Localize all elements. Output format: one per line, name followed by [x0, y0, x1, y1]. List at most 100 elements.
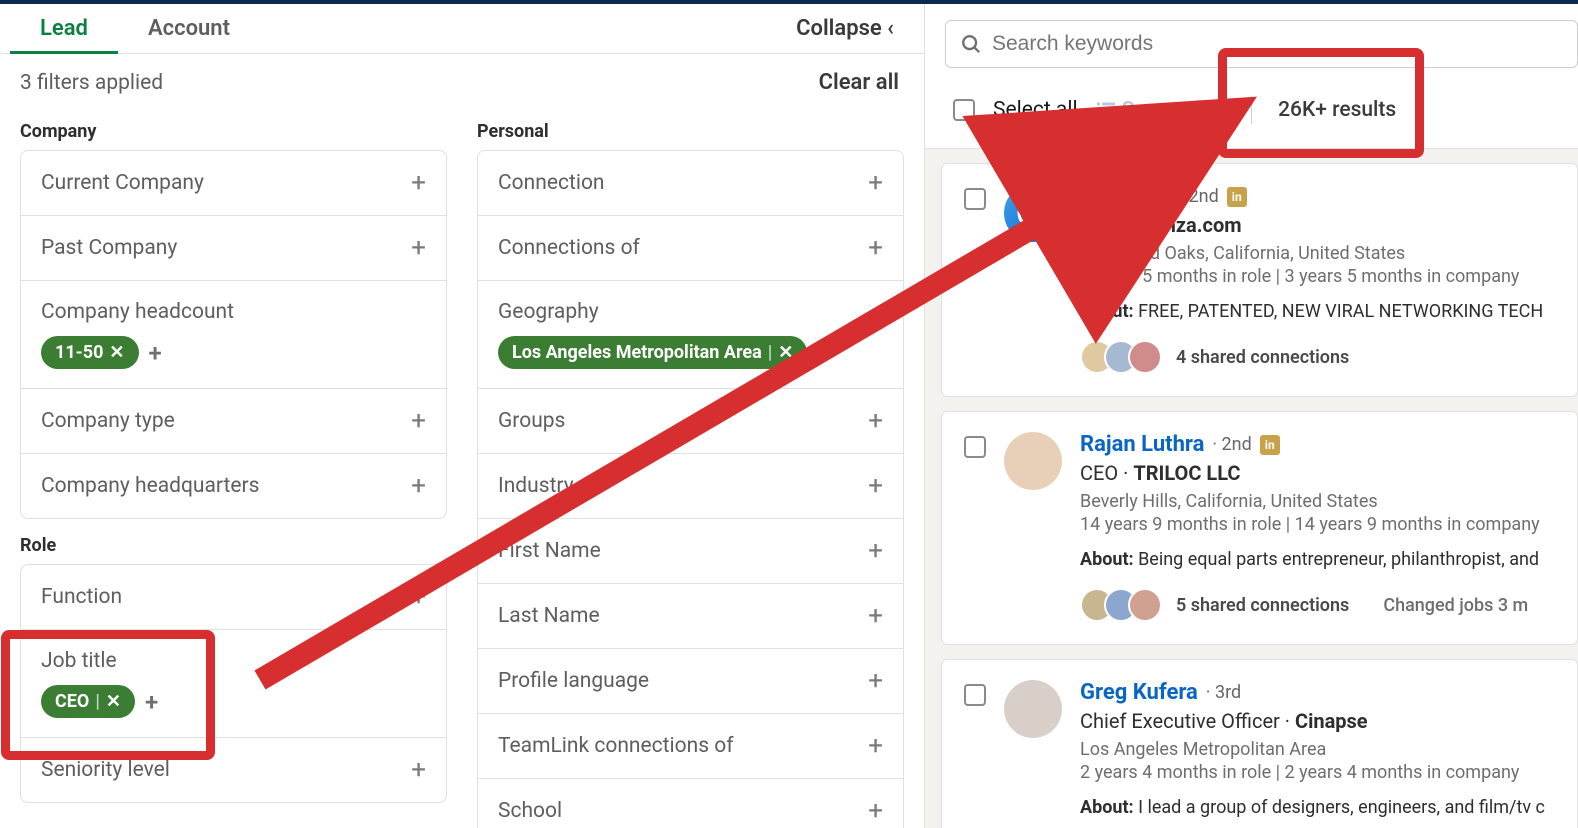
- filter-label: School: [498, 799, 562, 823]
- linkedin-badge-icon: in: [1260, 435, 1280, 455]
- filters-applied-count: 3 filters applied: [20, 71, 163, 95]
- about-label: About:: [1080, 549, 1134, 570]
- result-location: Beverly Hills, California, United States: [1080, 491, 1577, 512]
- filter-label: First Name: [498, 539, 601, 563]
- results-list: ... Burger · 2nd in CEO · Granza.com Tho…: [925, 149, 1578, 828]
- filter-teamlink[interactable]: TeamLink connections of +: [478, 714, 903, 779]
- avatar[interactable]: [1004, 184, 1062, 242]
- filter-label: Company headquarters: [41, 474, 260, 498]
- filter-school[interactable]: School +: [478, 779, 903, 828]
- result-location: Thousand Oaks, California, United States: [1080, 243, 1577, 264]
- about-label: About:: [1080, 301, 1134, 322]
- plus-icon: +: [411, 235, 426, 261]
- result-card[interactable]: Greg Kufera · 3rd Chief Executive Office…: [941, 659, 1578, 828]
- avatar[interactable]: [1004, 680, 1062, 738]
- results-toolbar: Select all Save to list 26K+ results: [925, 68, 1578, 149]
- result-degree: · 2nd: [1212, 434, 1251, 455]
- plus-icon: +: [411, 757, 426, 783]
- filter-company-type[interactable]: Company type+: [21, 389, 446, 454]
- filter-current-company[interactable]: Current Company+: [21, 151, 446, 216]
- result-about: FREE, PATENTED, NEW VIRAL NETWORKING TEC…: [1138, 301, 1543, 322]
- result-card[interactable]: Rajan Luthra · 2nd in CEO · TRILOC LLC B…: [941, 411, 1578, 645]
- filter-industry[interactable]: Industry+: [478, 454, 903, 519]
- filter-label: Past Company: [41, 236, 177, 260]
- chip-label: 11-50: [55, 342, 103, 363]
- result-company[interactable]: Granza.com: [1133, 213, 1241, 237]
- filter-company-headcount[interactable]: Company headcount 11-50 ✕ +: [21, 281, 446, 389]
- result-tenure: 2 years 4 months in role | 2 years 4 mon…: [1080, 762, 1577, 783]
- result-degree: · 2nd: [1179, 186, 1218, 207]
- plus-icon: +: [411, 584, 426, 610]
- collapse-button[interactable]: Collapse ‹: [796, 16, 914, 41]
- result-title: CEO: [1080, 461, 1118, 485]
- shared-avatars[interactable]: [1080, 340, 1162, 374]
- result-name[interactable]: ... Burger: [1080, 184, 1171, 209]
- filter-company-hq[interactable]: Company headquarters+: [21, 454, 446, 518]
- results-panel: Select all Save to list 26K+ results ...…: [925, 4, 1578, 828]
- search-icon: [960, 33, 982, 55]
- result-checkbox[interactable]: [964, 684, 986, 706]
- result-about: Being equal parts entrepreneur, philanth…: [1138, 549, 1539, 570]
- filter-geography[interactable]: Geography Los Angeles Metropolitan Area …: [478, 281, 903, 389]
- filter-connection[interactable]: Connection+: [478, 151, 903, 216]
- shared-connections[interactable]: 5 shared connections: [1176, 595, 1349, 616]
- filter-first-name[interactable]: First Name+: [478, 519, 903, 584]
- result-checkbox[interactable]: [964, 436, 986, 458]
- filter-profile-language[interactable]: Profile language+: [478, 649, 903, 714]
- select-all-label: Select all: [993, 98, 1078, 122]
- divider: [1251, 96, 1252, 124]
- result-location: Los Angeles Metropolitan Area: [1080, 739, 1577, 760]
- section-company: Company: [20, 121, 447, 142]
- save-to-list-button[interactable]: Save to list: [1096, 98, 1226, 122]
- search-input-container[interactable]: [945, 20, 1578, 68]
- plus-icon: +: [868, 473, 883, 499]
- filter-job-title[interactable]: Job title CEO | ✕ +: [21, 630, 446, 738]
- save-to-list-label: Save to list: [1122, 98, 1226, 122]
- plus-icon: +: [868, 733, 883, 759]
- result-name[interactable]: Greg Kufera: [1080, 680, 1198, 705]
- result-card[interactable]: ... Burger · 2nd in CEO · Granza.com Tho…: [941, 163, 1578, 397]
- add-chip-button[interactable]: +: [149, 339, 162, 367]
- chip-geography[interactable]: Los Angeles Metropolitan Area | ✕: [498, 336, 807, 369]
- clear-all-button[interactable]: Clear all: [819, 70, 899, 95]
- chip-remove-icon[interactable]: ✕: [778, 342, 793, 363]
- filter-label: Connection: [498, 171, 605, 195]
- result-company[interactable]: Cinapse: [1295, 709, 1368, 733]
- section-personal: Personal: [477, 121, 904, 142]
- chip-remove-icon[interactable]: ✕: [109, 342, 124, 363]
- results-count: 26K+ results: [1278, 98, 1396, 122]
- changed-jobs: Changed jobs 3 m: [1383, 595, 1528, 616]
- tab-lead[interactable]: Lead: [10, 4, 118, 54]
- chip-headcount[interactable]: 11-50 ✕: [41, 336, 139, 369]
- filter-function[interactable]: Function +: [21, 565, 446, 630]
- plus-icon: +: [868, 798, 883, 824]
- filter-label: Profile language: [498, 669, 649, 693]
- filter-label: Function: [41, 585, 122, 609]
- result-company[interactable]: TRILOC LLC: [1133, 461, 1240, 485]
- search-input[interactable]: [992, 32, 1563, 56]
- shared-connections[interactable]: 4 shared connections: [1176, 347, 1349, 368]
- result-tenure: 14 years 9 months in role | 14 years 9 m…: [1080, 514, 1577, 535]
- filter-connections-of[interactable]: Connections of+: [478, 216, 903, 281]
- chip-job-title[interactable]: CEO | ✕: [41, 685, 135, 718]
- tab-account[interactable]: Account: [118, 4, 260, 54]
- result-title: CEO: [1080, 213, 1118, 237]
- result-name[interactable]: Rajan Luthra: [1080, 432, 1204, 457]
- filter-last-name[interactable]: Last Name+: [478, 584, 903, 649]
- plus-icon: +: [868, 603, 883, 629]
- about-label: About:: [1080, 797, 1134, 818]
- avatar[interactable]: [1004, 432, 1062, 490]
- chip-remove-icon[interactable]: ✕: [106, 691, 121, 712]
- list-icon: [1096, 101, 1116, 119]
- filter-groups[interactable]: Groups+: [478, 389, 903, 454]
- select-all-checkbox[interactable]: [953, 99, 975, 121]
- chip-label: Los Angeles Metropolitan Area: [512, 342, 762, 363]
- shared-avatars[interactable]: [1080, 588, 1162, 622]
- add-chip-button[interactable]: +: [145, 688, 158, 716]
- result-checkbox[interactable]: [964, 188, 986, 210]
- filter-label: TeamLink connections of: [498, 734, 734, 758]
- filter-past-company[interactable]: Past Company +: [21, 216, 446, 281]
- result-title: Chief Executive Officer: [1080, 709, 1280, 733]
- filter-seniority[interactable]: Seniority level+: [21, 738, 446, 802]
- filter-label: Connections of: [498, 236, 640, 260]
